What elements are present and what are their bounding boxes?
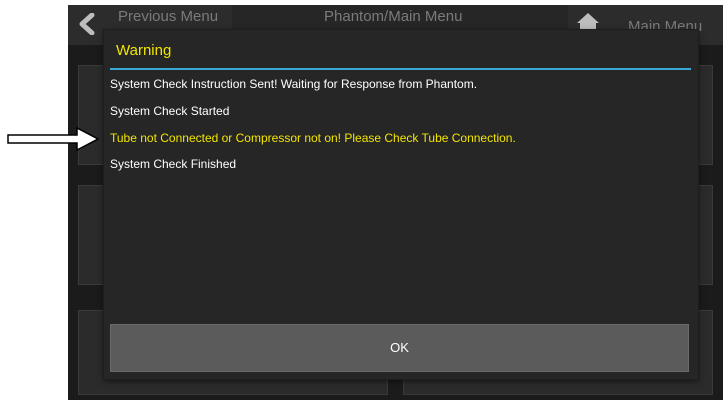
dialog-title: Warning xyxy=(116,42,172,59)
right-arrow-icon xyxy=(7,127,99,151)
title-divider xyxy=(110,68,691,70)
status-message: System Check Finished xyxy=(110,157,237,171)
back-chevron-icon xyxy=(79,13,95,35)
warning-message: Tube not Connected or Compressor not on!… xyxy=(110,131,516,145)
status-message: System Check Started xyxy=(110,104,230,118)
warning-dialog: Warning System Check Instruction Sent! W… xyxy=(104,30,698,379)
status-message: System Check Instruction Sent! Waiting f… xyxy=(110,77,478,91)
ok-button[interactable]: OK xyxy=(110,324,689,372)
